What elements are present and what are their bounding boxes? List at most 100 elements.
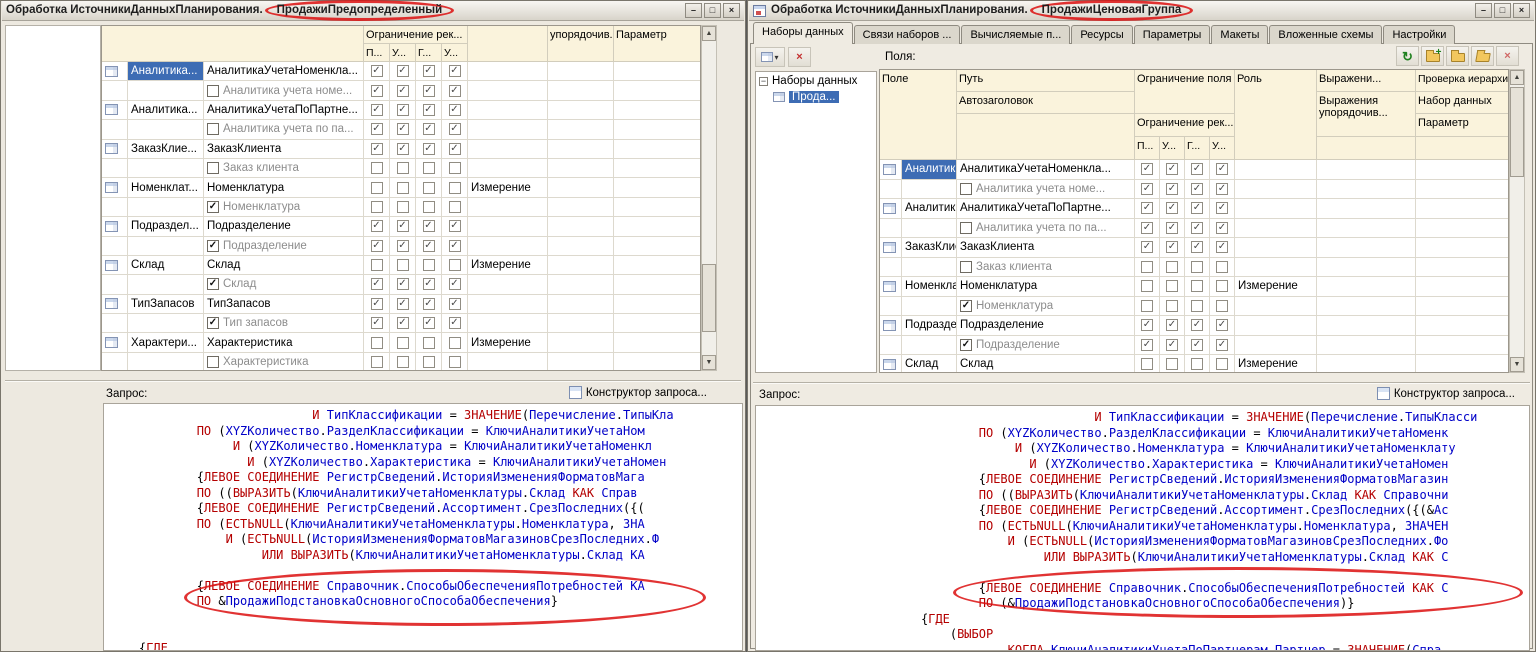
restriction-checkbox[interactable]: ✓ <box>449 278 461 290</box>
restriction-checkbox[interactable]: ✓ <box>1191 183 1203 195</box>
tab-6[interactable]: Вложенные схемы <box>1269 25 1382 44</box>
tree-item-dataset[interactable]: Прода... <box>756 88 876 104</box>
restriction-checkbox[interactable] <box>1166 280 1178 292</box>
tab-0[interactable]: Наборы данных <box>753 22 853 44</box>
field-row[interactable]: Аналитика...АналитикаУчетаНоменкла...✓✓✓… <box>880 160 1508 180</box>
restriction-checkbox[interactable] <box>1166 261 1178 273</box>
tab-3[interactable]: Ресурсы <box>1071 25 1132 44</box>
autotitle-checkbox[interactable] <box>207 162 219 174</box>
restriction-checkbox[interactable]: ✓ <box>1141 202 1153 214</box>
restriction-checkbox[interactable]: ✓ <box>1191 163 1203 175</box>
restriction-checkbox[interactable]: ✓ <box>1166 241 1178 253</box>
restriction-checkbox[interactable] <box>397 337 409 349</box>
restriction-checkbox[interactable]: ✓ <box>1191 339 1203 351</box>
autotitle-checkbox[interactable] <box>207 356 219 368</box>
tab-7[interactable]: Настройки <box>1383 25 1455 44</box>
restriction-checkbox[interactable]: ✓ <box>423 85 435 97</box>
restriction-checkbox[interactable]: ✓ <box>423 123 435 135</box>
restriction-checkbox[interactable]: ✓ <box>1141 241 1153 253</box>
field-row[interactable]: Аналитика...АналитикаУчетаПоПартне...✓✓✓… <box>880 199 1508 219</box>
right-table-scrollbar[interactable]: ▲ ▼ <box>1509 69 1525 373</box>
restriction-checkbox[interactable] <box>1216 300 1228 312</box>
restriction-checkbox[interactable]: ✓ <box>449 143 461 155</box>
splitter[interactable] <box>5 380 741 382</box>
restriction-checkbox[interactable]: ✓ <box>423 220 435 232</box>
scroll-thumb[interactable] <box>1510 87 1524 177</box>
minimize-button[interactable]: – <box>1475 3 1492 18</box>
restriction-checkbox[interactable]: ✓ <box>1166 222 1178 234</box>
add-folder-button[interactable] <box>1421 46 1444 66</box>
autotitle-checkbox[interactable] <box>960 183 972 195</box>
autotitle-checkbox[interactable] <box>207 85 219 97</box>
restriction-checkbox[interactable]: ✓ <box>1141 163 1153 175</box>
restriction-checkbox[interactable]: ✓ <box>397 298 409 310</box>
restriction-checkbox[interactable]: ✓ <box>1216 319 1228 331</box>
scroll-thumb[interactable] <box>702 264 716 332</box>
tab-1[interactable]: Связи наборов ... <box>854 25 961 44</box>
restriction-checkbox[interactable]: ✓ <box>449 123 461 135</box>
restriction-checkbox[interactable]: ✓ <box>1141 339 1153 351</box>
restriction-checkbox[interactable]: ✓ <box>397 65 409 77</box>
restriction-checkbox[interactable]: ✓ <box>371 143 383 155</box>
restriction-checkbox[interactable]: ✓ <box>1216 163 1228 175</box>
restriction-checkbox[interactable] <box>371 356 383 368</box>
restriction-checkbox[interactable] <box>449 356 461 368</box>
field-attribute-row[interactable]: ✓Подразделение✓✓✓✓ <box>880 336 1508 356</box>
scroll-down-button[interactable]: ▼ <box>1510 357 1524 372</box>
restriction-checkbox[interactable]: ✓ <box>449 220 461 232</box>
restriction-checkbox[interactable] <box>1141 280 1153 292</box>
field-row[interactable]: Подраздел...Подразделение✓✓✓✓ <box>102 217 700 236</box>
restriction-checkbox[interactable]: ✓ <box>397 143 409 155</box>
restriction-checkbox[interactable] <box>1216 261 1228 273</box>
restriction-checkbox[interactable]: ✓ <box>1216 241 1228 253</box>
field-attribute-row[interactable]: Заказ клиента <box>102 159 700 178</box>
restriction-checkbox[interactable]: ✓ <box>449 298 461 310</box>
restriction-checkbox[interactable] <box>1191 358 1203 370</box>
close-button[interactable]: × <box>723 3 740 18</box>
splitter[interactable] <box>753 382 1530 384</box>
restriction-checkbox[interactable]: ✓ <box>371 220 383 232</box>
autotitle-checkbox[interactable]: ✓ <box>207 278 219 290</box>
restriction-checkbox[interactable]: ✓ <box>1191 319 1203 331</box>
field-row[interactable]: Номенклат...НоменклатураИзмерение <box>880 277 1508 297</box>
restriction-checkbox[interactable]: ✓ <box>449 85 461 97</box>
restriction-checkbox[interactable]: ✓ <box>1141 183 1153 195</box>
restriction-checkbox[interactable]: ✓ <box>423 298 435 310</box>
close-button[interactable]: × <box>1513 3 1530 18</box>
restriction-checkbox[interactable]: ✓ <box>1166 183 1178 195</box>
field-attribute-row[interactable]: ✓Подразделение✓✓✓✓ <box>102 237 700 256</box>
restriction-checkbox[interactable]: ✓ <box>1191 241 1203 253</box>
delete-dataset-button[interactable]: × <box>788 47 811 67</box>
autotitle-checkbox[interactable]: ✓ <box>207 240 219 252</box>
restriction-checkbox[interactable] <box>1191 261 1203 273</box>
restriction-checkbox[interactable]: ✓ <box>423 278 435 290</box>
field-row[interactable]: Аналитика...АналитикаУчетаНоменкла...✓✓✓… <box>102 62 700 81</box>
restriction-checkbox[interactable] <box>397 162 409 174</box>
restriction-checkbox[interactable] <box>1141 300 1153 312</box>
restriction-checkbox[interactable]: ✓ <box>423 104 435 116</box>
right-query-constructor-link[interactable]: Конструктор запроса... <box>1377 387 1515 400</box>
restriction-checkbox[interactable] <box>1166 300 1178 312</box>
restriction-checkbox[interactable]: ✓ <box>397 278 409 290</box>
field-attribute-row[interactable]: ✓Тип запасов✓✓✓✓ <box>102 314 700 333</box>
right-titlebar[interactable]: Обработка ИсточникиДанныхПланирования.Пр… <box>749 1 1534 21</box>
left-query-constructor-link[interactable]: Конструктор запроса... <box>569 386 707 399</box>
tree-root-datasets[interactable]: − Наборы данных <box>756 72 876 88</box>
field-row[interactable]: ТипЗапасовТипЗапасов✓✓✓✓ <box>102 295 700 314</box>
restriction-checkbox[interactable] <box>371 162 383 174</box>
restriction-checkbox[interactable]: ✓ <box>371 240 383 252</box>
restriction-checkbox[interactable]: ✓ <box>397 220 409 232</box>
autotitle-checkbox[interactable]: ✓ <box>207 317 219 329</box>
restriction-checkbox[interactable] <box>397 182 409 194</box>
restriction-checkbox[interactable]: ✓ <box>1191 202 1203 214</box>
restriction-checkbox[interactable] <box>371 201 383 213</box>
refresh-fields-button[interactable]: ↻ <box>1396 46 1419 66</box>
field-row[interactable]: Характери...ХарактеристикаИзмерение <box>102 333 700 352</box>
delete-field-button[interactable]: × <box>1496 46 1519 66</box>
restriction-checkbox[interactable] <box>449 182 461 194</box>
field-row[interactable]: ЗаказКлие...ЗаказКлиента✓✓✓✓ <box>880 238 1508 258</box>
restriction-checkbox[interactable]: ✓ <box>397 317 409 329</box>
restriction-checkbox[interactable] <box>371 337 383 349</box>
field-attribute-row[interactable]: Характеристика <box>102 353 700 371</box>
add-dataset-button[interactable]: ▾ <box>755 47 785 67</box>
